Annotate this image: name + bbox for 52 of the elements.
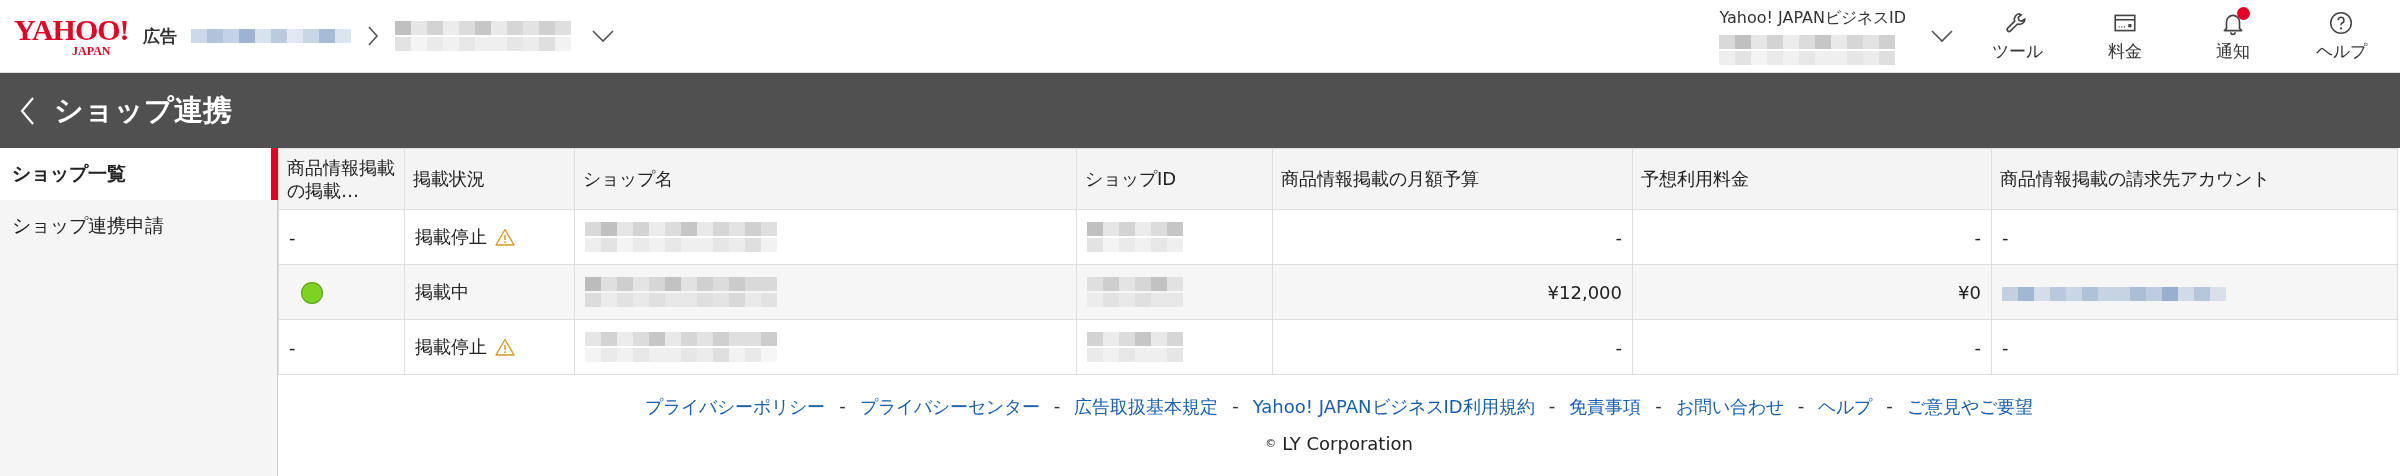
table-cell: - <box>289 226 296 248</box>
toolbar-button[interactable]: ヘルプ <box>2296 9 2386 63</box>
status-text: 掲載中 <box>415 280 469 304</box>
footer-link[interactable]: ご意見やご要望 <box>1906 395 2033 419</box>
sidebar-item[interactable]: ショップ一覧 <box>0 148 278 200</box>
table-cell: - <box>289 336 296 358</box>
table-cell: - <box>1974 226 1981 248</box>
column-header[interactable]: 予想利用料金 <box>1632 148 1992 210</box>
chevron-down-icon[interactable] <box>1930 29 1954 43</box>
footer-link[interactable]: Yahoo! JAPANビジネスID利用規約 <box>1252 395 1535 419</box>
column-header[interactable]: ショップ名 <box>574 148 1077 210</box>
separator: - <box>1886 395 1893 418</box>
back-icon[interactable] <box>20 95 36 126</box>
account-label: Yahoo! JAPANビジネスID <box>1719 7 1906 29</box>
separator: - <box>839 395 846 418</box>
toolbar-button[interactable]: 料金 <box>2080 9 2170 63</box>
table-cell: ¥12,000 <box>1547 281 1622 303</box>
help-icon <box>2328 9 2354 36</box>
chevron-right-icon <box>366 24 379 48</box>
column-header[interactable]: 商品情報掲載の請求先アカウント <box>1991 148 2398 210</box>
copyright-text: LY Corporation <box>1282 433 1413 454</box>
status-text: 掲載停止 <box>415 335 487 359</box>
separator: - <box>1797 395 1805 418</box>
column-header[interactable]: 商品情報掲載の月額予算 <box>1272 148 1633 210</box>
toolbar-button[interactable]: 通知 <box>2188 9 2278 63</box>
service-name: 広告 <box>142 24 177 48</box>
table-cell: - <box>1974 336 1981 358</box>
footer-link[interactable]: プライバシーポリシー <box>645 395 826 419</box>
column-header[interactable]: 掲載状況 <box>404 148 575 210</box>
table-cell: - <box>1615 336 1622 358</box>
table-cell: ¥0 <box>1958 281 1981 303</box>
table-cell: - <box>2002 226 2009 248</box>
footer-link[interactable]: ヘルプ <box>1818 395 1873 419</box>
separator: - <box>1053 395 1061 418</box>
table-cell: - <box>2002 336 2009 358</box>
page-title: ショップ連携 <box>54 91 232 129</box>
table-cell: - <box>1615 226 1622 248</box>
status-text: 掲載停止 <box>415 225 487 249</box>
separator: - <box>1655 395 1662 418</box>
toolbar-button[interactable]: ツール <box>1972 9 2062 63</box>
column-header[interactable]: ショップID <box>1076 148 1273 210</box>
footer-link[interactable]: プライバシーセンター <box>859 395 1040 419</box>
separator: - <box>1548 395 1556 418</box>
footer-link[interactable]: 免責事項 <box>1569 395 1642 419</box>
sidebar-item[interactable]: ショップ連携申請 <box>0 200 278 252</box>
column-header[interactable]: 商品情報掲載の掲載… <box>278 148 405 210</box>
logo[interactable]: YAHOO! JAPAN <box>14 15 129 57</box>
separator: - <box>1232 395 1239 418</box>
chevron-down-icon[interactable] <box>590 29 615 43</box>
footer-link[interactable]: お問い合わせ <box>1675 395 1784 419</box>
copyright-mark: © <box>1265 437 1277 450</box>
footer-link[interactable]: 広告取扱基本規定 <box>1074 395 1219 419</box>
